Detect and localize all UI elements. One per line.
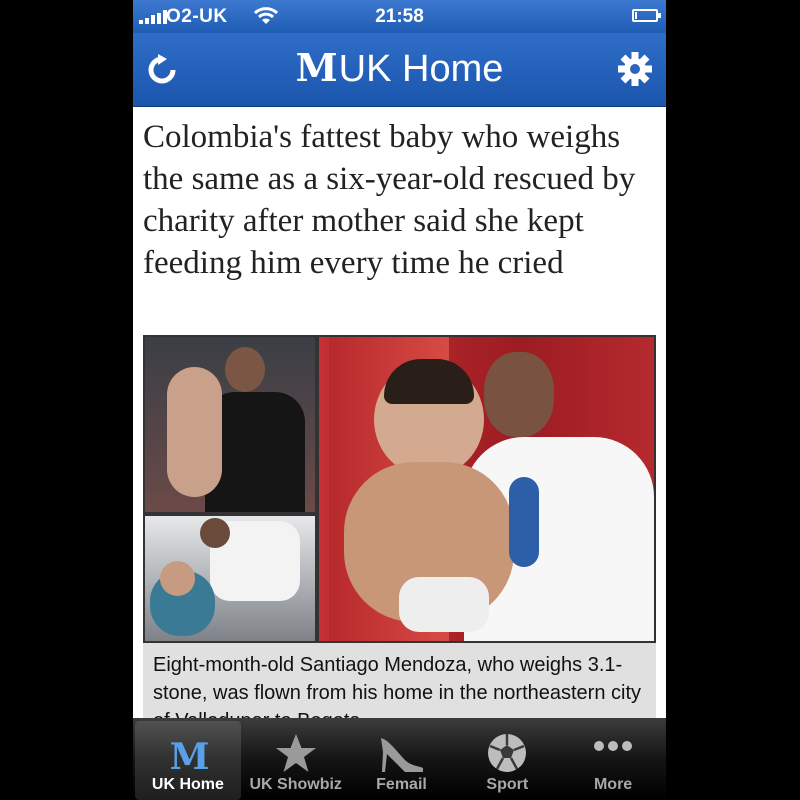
photo-panel-main	[319, 337, 654, 641]
tab-uk-showbiz[interactable]: UK Showbiz	[243, 718, 349, 800]
article-headline[interactable]: Colombia's fattest baby who weighs the s…	[143, 116, 658, 284]
article-photo[interactable]	[143, 335, 656, 643]
tab-more[interactable]: More	[560, 718, 666, 800]
high-heel-icon	[381, 738, 424, 772]
ellipsis-icon	[594, 741, 633, 751]
tab-label: Sport	[486, 776, 529, 793]
tab-femail[interactable]: Femail	[349, 718, 455, 800]
tab-bar: M UK Home UK Showbiz Femail Sport More	[133, 718, 666, 800]
phone-screen: O2-UK 21:58 M UK Home Colombia's fattest…	[133, 0, 666, 800]
status-time: 21:58	[375, 6, 424, 27]
nav-title-text: UK Home	[338, 48, 504, 90]
svg-text:M: M	[169, 736, 208, 778]
battery-icon	[632, 9, 661, 22]
photo-panel-top-left	[145, 337, 315, 512]
star-icon	[275, 734, 316, 772]
photo-panel-bottom-left	[145, 516, 315, 641]
nav-bar: M UK Home	[133, 33, 666, 107]
battery-level	[635, 12, 637, 19]
dailymail-logo-icon: M	[295, 45, 338, 90]
tab-sport[interactable]: Sport	[454, 718, 560, 800]
gear-icon[interactable]	[616, 50, 654, 88]
football-icon	[488, 734, 527, 772]
tab-label: More	[593, 776, 633, 793]
nav-title: M UK Home	[133, 45, 666, 91]
tab-label: UK Showbiz	[249, 776, 342, 793]
tab-label: Femail	[376, 776, 427, 793]
dailymail-logo-icon: M	[169, 736, 211, 778]
tab-label: UK Home	[151, 776, 224, 793]
status-bar: O2-UK 21:58	[133, 0, 666, 33]
tab-uk-home[interactable]: M UK Home	[135, 721, 241, 800]
